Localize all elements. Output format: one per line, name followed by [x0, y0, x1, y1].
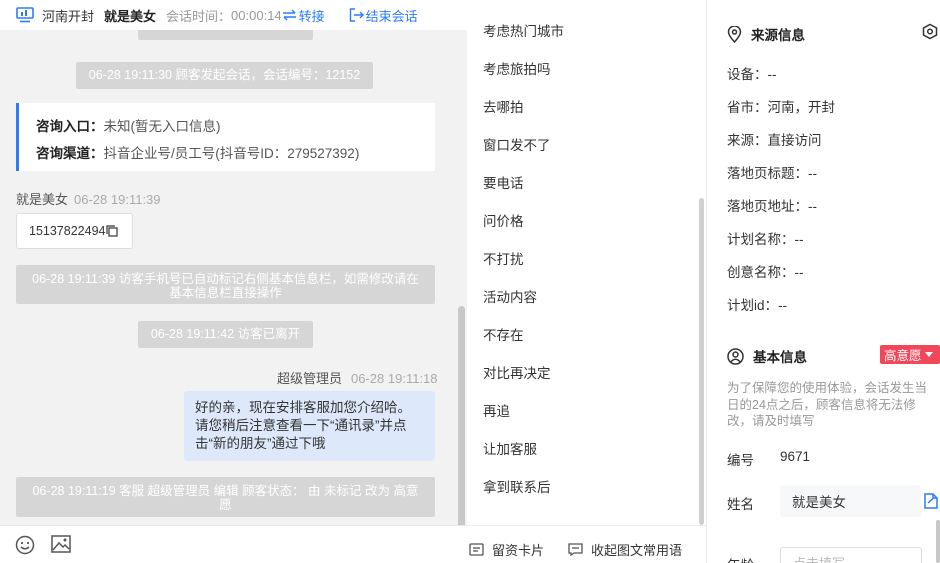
- channel-label: 咨询渠道：: [36, 146, 104, 161]
- info-scrollbar[interactable]: [936, 520, 940, 563]
- message-time: 06-28 19:11:18: [351, 371, 438, 386]
- phrase-item[interactable]: 考虑热门城市: [483, 20, 564, 40]
- info-card-label: 留资卡片: [492, 543, 545, 558]
- user-circle-icon: [727, 347, 744, 365]
- chat-input-toolbar: [0, 525, 467, 563]
- number-value: 9671: [780, 449, 811, 464]
- message-time: 06-28 19:11:39: [74, 192, 161, 207]
- entry-info-card: 咨询入口：未知(暂无入口信息) 咨询渠道：抖音企业号/员工号(抖音号ID：279…: [16, 103, 435, 171]
- phrase-item[interactable]: 让加客服: [483, 438, 537, 458]
- phrase-item[interactable]: 考虑旅拍吗: [483, 58, 551, 78]
- message-list[interactable]: 06-28 19:11:30 顾客发起会话，会话编号：12152 咨询入口：未知…: [0, 30, 467, 525]
- entry-row: 咨询入口：未知(暂无入口信息): [36, 113, 435, 140]
- number-label: 编号: [727, 453, 754, 468]
- province-row: 省市：河南，开封: [727, 100, 835, 115]
- age-label: 年龄: [727, 554, 754, 563]
- session-time-label: 会话时间：: [166, 8, 232, 24]
- landing-url-row: 落地页地址：--: [727, 199, 817, 214]
- card-icon: [469, 543, 484, 556]
- transfer-icon: [282, 9, 296, 21]
- phrase-item[interactable]: 窗口发不了: [483, 134, 551, 154]
- transfer-label: 转接: [298, 8, 325, 24]
- location-pin-icon: [727, 25, 742, 43]
- phrase-item[interactable]: 要电话: [483, 172, 524, 192]
- intent-status-label: 高意愿: [884, 349, 922, 363]
- edit-notice: 为了保障您的使用体验，会话发生当日的24点之后，顾客信息将无法修改，请及时填写: [727, 381, 928, 428]
- age-placeholder: 点击填写: [793, 555, 846, 563]
- agent-message-meta: 超级管理员 06-28 19:11:18: [277, 368, 438, 387]
- basic-info-label: 基本信息: [753, 350, 807, 365]
- message-icon: [568, 543, 583, 556]
- device-row: 设备：--: [727, 67, 777, 82]
- visitor-message-meta: 就是美女 06-28 19:11:39: [16, 189, 161, 208]
- entry-label: 咨询入口：: [36, 119, 104, 134]
- chat-workspace: 河南开封 就是美女 会话时间： 00:00:14 转接 结束会话 06-28 1…: [0, 0, 940, 563]
- end-session-button[interactable]: 结束会话: [349, 6, 418, 25]
- plan-id-row: 计划id：--: [727, 298, 787, 313]
- agent-message-bubble: 好的亲，现在安排客服加您介绍哈。请您稍后注意查看一下“通讯录”并点击“新的朋友”…: [184, 391, 435, 461]
- edit-document-icon[interactable]: [924, 493, 938, 509]
- plan-name-row: 计划名称：--: [727, 232, 804, 247]
- phrase-footer: 留资卡片 收起图文常用语: [467, 525, 706, 563]
- eye-icon[interactable]: [921, 23, 939, 40]
- logout-icon: [349, 8, 364, 22]
- sender-name: 超级管理员: [277, 371, 343, 386]
- visitor-name: 就是美女: [104, 8, 157, 24]
- phrase-item[interactable]: 去哪拍: [483, 96, 524, 116]
- source-info-title: 来源信息: [727, 24, 805, 44]
- phrases-scrollbar[interactable]: [699, 198, 704, 525]
- chat-panel: 河南开封 就是美女 会话时间： 00:00:14 转接 结束会话 06-28 1…: [0, 0, 467, 563]
- monitor-icon: [16, 7, 34, 23]
- basic-info-title: 基本信息: [727, 346, 807, 366]
- name-field[interactable]: 就是美女: [780, 485, 921, 517]
- phrase-item[interactable]: 对比再决定: [483, 362, 551, 382]
- chat-scrollbar[interactable]: [458, 306, 465, 525]
- copy-icon[interactable]: [106, 225, 119, 237]
- system-message-session-start: 06-28 19:11:30 顾客发起会话，会话编号：12152: [76, 62, 373, 89]
- chat-header: 河南开封 就是美女 会话时间： 00:00:14 转接 结束会话: [0, 0, 467, 30]
- phrase-item[interactable]: 再追: [483, 400, 510, 420]
- age-field[interactable]: 点击填写: [780, 547, 922, 563]
- caret-down-icon: [924, 352, 933, 357]
- phrase-item[interactable]: 活动内容: [483, 286, 537, 306]
- collapse-phrases-label: 收起图文常用语: [591, 543, 683, 558]
- channel-value: 抖音企业号/员工号(抖音号ID：279527392): [103, 146, 360, 161]
- creative-name-row: 创意名称：--: [727, 265, 804, 280]
- session-time-value: 00:00:14: [231, 7, 282, 23]
- image-icon[interactable]: [51, 535, 71, 553]
- emoji-icon[interactable]: [15, 535, 35, 555]
- system-message-visitor-left: 06-28 19:11:42 访客已离开: [138, 321, 313, 348]
- source-info-label: 来源信息: [751, 28, 805, 43]
- source-row: 来源：直接访问: [727, 133, 822, 148]
- system-message-status-change: 06-28 19:11:19 客服 超级管理员 编辑 顾客状态： 由 未标记 改…: [16, 477, 435, 517]
- end-session-label: 结束会话: [365, 8, 418, 24]
- customer-info-panel: 来源信息 设备：-- 省市：河南，开封 来源：直接访问 落地页标题：-- 落地页…: [707, 0, 940, 563]
- visitor-message-phone[interactable]: 15137822494: [16, 213, 133, 249]
- name-label: 姓名: [727, 497, 754, 512]
- transfer-button[interactable]: 转接: [282, 6, 325, 25]
- entry-value: 未知(暂无入口信息): [103, 119, 221, 134]
- visitor-location: 河南开封: [42, 8, 95, 24]
- phrase-item[interactable]: 不打扰: [483, 248, 524, 268]
- name-value: 就是美女: [792, 495, 846, 510]
- system-message-auto-mark: 06-28 19:11:39 访客手机号已自动标记右侧基本信息栏，如需修改请在基…: [16, 265, 435, 304]
- collapse-phrases-button[interactable]: 收起图文常用语: [568, 540, 682, 559]
- landing-title-row: 落地页标题：--: [727, 166, 817, 181]
- intent-status-dropdown[interactable]: 高意愿: [880, 345, 940, 364]
- info-card-button[interactable]: 留资卡片: [469, 540, 544, 559]
- phrase-item[interactable]: 不存在: [483, 324, 524, 344]
- phrase-item[interactable]: 拿到联系后: [483, 476, 551, 496]
- phone-number: 15137822494: [29, 224, 106, 238]
- sender-name: 就是美女: [16, 192, 69, 207]
- phrase-item[interactable]: 问价格: [483, 210, 524, 230]
- system-message-clipped: [138, 30, 313, 40]
- common-phrases-panel: 考虑热门城市 考虑旅拍吗 去哪拍 窗口发不了 要电话 问价格 不打扰 活动内容 …: [467, 0, 707, 563]
- channel-row: 咨询渠道：抖音企业号/员工号(抖音号ID：279527392): [36, 140, 435, 167]
